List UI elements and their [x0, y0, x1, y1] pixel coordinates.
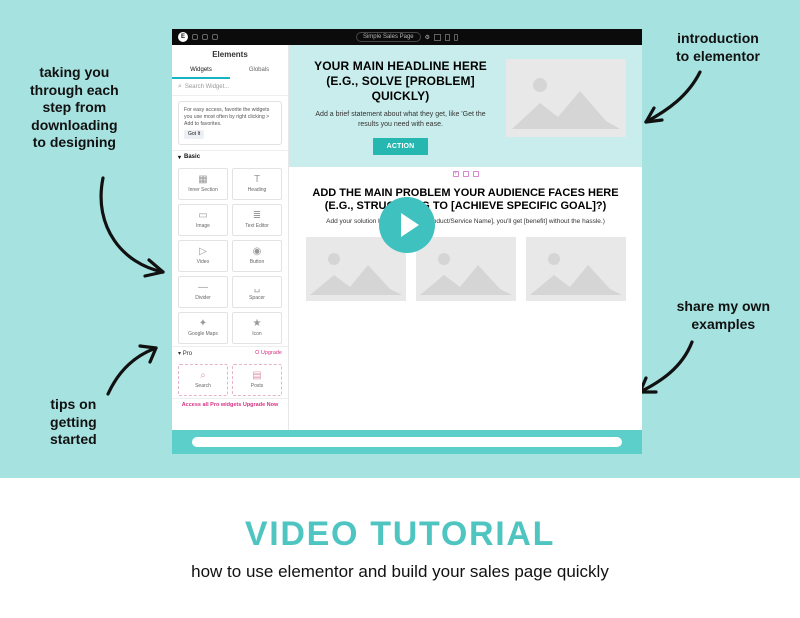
hero-subtext: Add a brief statement about what they ge… — [305, 110, 496, 130]
widget-icon: ⌕ — [200, 370, 206, 381]
device-mobile-icon[interactable] — [454, 34, 458, 41]
widget-icon: ▭ — [198, 210, 207, 221]
elementor-sidebar: Elements Widgets Globals ⌕ Search Widget… — [172, 45, 289, 430]
main-subtitle: how to use elementor and build your sale… — [191, 562, 609, 582]
sidebar-title: Elements — [172, 45, 288, 63]
widget-label: Google Maps — [188, 331, 218, 337]
widget-label: Heading — [248, 187, 267, 193]
widget-item[interactable]: — Divider — [178, 276, 228, 308]
widget-icon: ▷ — [199, 246, 207, 257]
search-placeholder: Search Widget... — [185, 84, 229, 90]
arrow-examples — [632, 338, 702, 408]
settings-icon[interactable]: ⚙ — [425, 34, 430, 41]
widget-label: Spacer — [249, 295, 265, 301]
problem-headline: ADD THE MAIN PROBLEM YOUR AUDIENCE FACES… — [303, 187, 628, 215]
widget-item[interactable]: ≣ Text Editor — [232, 204, 282, 236]
image-placeholder — [526, 237, 626, 301]
widget-item[interactable]: ␣ Spacer — [232, 276, 282, 308]
widget-item[interactable]: ▷ Video — [178, 240, 228, 272]
widget-icon: ▦ — [198, 174, 207, 185]
section-pro-label[interactable]: ▾ Pro ⭘ Upgrade — [172, 346, 288, 360]
widget-item[interactable]: T Heading — [232, 168, 282, 200]
problem-subtext: Add your solution here (e.g., With [Prod… — [303, 218, 628, 225]
section-divider[interactable] — [289, 167, 642, 181]
widget-label: Text Editor — [245, 223, 269, 229]
search-input[interactable]: ⌕ Search Widget... — [172, 79, 288, 96]
arrow-steps — [85, 172, 185, 292]
widget-label: Inner Section — [188, 187, 217, 193]
title-section: VIDEO TUTORIAL how to use elementor and … — [0, 478, 800, 618]
progress-track[interactable] — [192, 437, 622, 447]
page-name[interactable]: Simple Sales Page — [356, 32, 421, 42]
widget-label: Image — [196, 223, 210, 229]
device-tablet-icon[interactable] — [445, 34, 450, 41]
got-it-button[interactable]: Got It — [184, 130, 204, 139]
widget-label: Divider — [195, 295, 211, 301]
access-pro-bar: Access all Pro widgets Upgrade Now — [172, 398, 288, 411]
widget-icon: ✦ — [199, 318, 207, 329]
topbar-icon — [192, 34, 198, 40]
section-basic-label[interactable]: ▾Basic — [172, 150, 288, 164]
video-preview[interactable]: E Simple Sales Page ⚙ Elements — [172, 29, 642, 454]
widget-label: Search — [195, 383, 211, 389]
widget-label: Video — [197, 259, 210, 265]
annotation-examples: share my own examples — [677, 298, 770, 333]
add-section-icon[interactable] — [453, 171, 459, 177]
widget-icon: T — [254, 174, 260, 185]
widget-label: Button — [250, 259, 264, 265]
topbar-icon — [202, 34, 208, 40]
widget-icon: ◉ — [253, 246, 262, 257]
elementor-topbar: E Simple Sales Page ⚙ — [172, 29, 642, 45]
widget-icon: — — [198, 282, 208, 293]
upgrade-now-link[interactable]: Upgrade Now — [243, 402, 278, 408]
upgrade-link[interactable]: ⭘ Upgrade — [255, 350, 282, 357]
widget-icon: ≣ — [253, 210, 261, 221]
annotation-intro: introduction to elementor — [676, 30, 760, 65]
arrow-intro — [638, 66, 708, 136]
widget-icon: ▤ — [252, 370, 261, 381]
main-title: VIDEO TUTORIAL — [245, 515, 555, 554]
widget-item[interactable]: ▤ Posts — [232, 364, 282, 396]
canvas-preview: YOUR MAIN HEADLINE HERE (E.G., SOLVE [PR… — [289, 45, 642, 430]
widget-icon: ★ — [253, 318, 262, 329]
arrow-tips — [100, 342, 170, 400]
annotation-tips: tips on getting started — [50, 396, 97, 449]
section-handle-icon[interactable] — [463, 171, 469, 177]
favorites-tip: For easy access, favorite the widgets yo… — [178, 101, 282, 145]
widget-item[interactable]: ⌕ Search — [178, 364, 228, 396]
cta-button[interactable]: ACTION — [373, 138, 429, 155]
hero-headline: YOUR MAIN HEADLINE HERE (E.G., SOLVE [PR… — [305, 59, 496, 104]
elementor-logo-icon: E — [178, 32, 188, 42]
section-handle-icon[interactable] — [473, 171, 479, 177]
video-progress-bar[interactable] — [172, 430, 642, 454]
widget-label: Icon — [252, 331, 261, 337]
topbar-icon — [212, 34, 218, 40]
widget-item[interactable]: ▭ Image — [178, 204, 228, 236]
image-placeholder — [416, 237, 516, 301]
play-button[interactable] — [379, 197, 435, 253]
annotation-steps: taking you through each step from downlo… — [30, 64, 119, 152]
widget-item[interactable]: ▦ Inner Section — [178, 168, 228, 200]
widget-label: Posts — [251, 383, 264, 389]
hero-background: introduction to elementor taking you thr… — [0, 0, 800, 478]
widget-icon: ␣ — [254, 282, 260, 293]
widget-item[interactable]: ✦ Google Maps — [178, 312, 228, 344]
hero-image-placeholder — [506, 59, 626, 137]
search-icon: ⌕ — [178, 83, 182, 91]
tab-globals[interactable]: Globals — [230, 63, 288, 79]
tab-widgets[interactable]: Widgets — [172, 63, 230, 79]
widget-item[interactable]: ★ Icon — [232, 312, 282, 344]
device-desktop-icon[interactable] — [434, 34, 441, 41]
widget-item[interactable]: ◉ Button — [232, 240, 282, 272]
